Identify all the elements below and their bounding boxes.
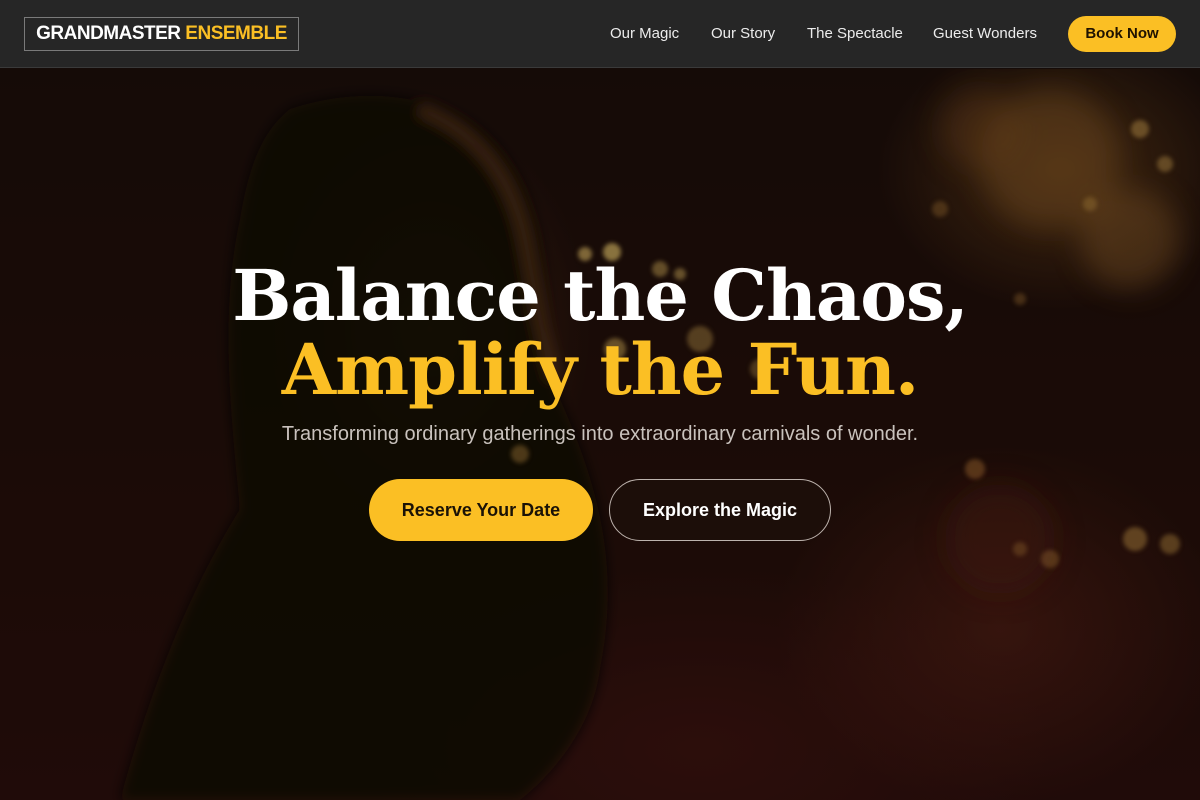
logo-accent-text: ENSEMBLE: [185, 23, 287, 44]
hero-subtitle: Transforming ordinary gatherings into ex…: [281, 423, 919, 445]
hero-section: Balance the Chaos, Amplify the Fun. Tran…: [0, 69, 1200, 800]
brand-logo[interactable]: GRANDMASTER ENSEMBLE: [24, 17, 299, 51]
site-header: GRANDMASTER ENSEMBLE Our Magic Our Story…: [0, 0, 1200, 68]
page: GRANDMASTER ENSEMBLE Our Magic Our Story…: [0, 0, 1200, 800]
nav-link-the-spectacle[interactable]: The Spectacle: [807, 24, 903, 44]
explore-the-magic-button[interactable]: Explore the Magic: [609, 479, 831, 541]
logo-primary-text: GRANDMASTER: [36, 23, 181, 44]
book-now-button[interactable]: Book Now: [1068, 16, 1176, 52]
hero-headline-line-2: Amplify the Fun.: [281, 328, 919, 411]
nav-link-guest-wonders[interactable]: Guest Wonders: [933, 24, 1037, 44]
nav-link-our-story[interactable]: Our Story: [711, 24, 775, 44]
reserve-your-date-button[interactable]: Reserve Your Date: [369, 479, 593, 541]
hero-headline-line-1: Balance the Chaos,: [232, 254, 968, 337]
nav-link-our-magic[interactable]: Our Magic: [610, 24, 679, 44]
